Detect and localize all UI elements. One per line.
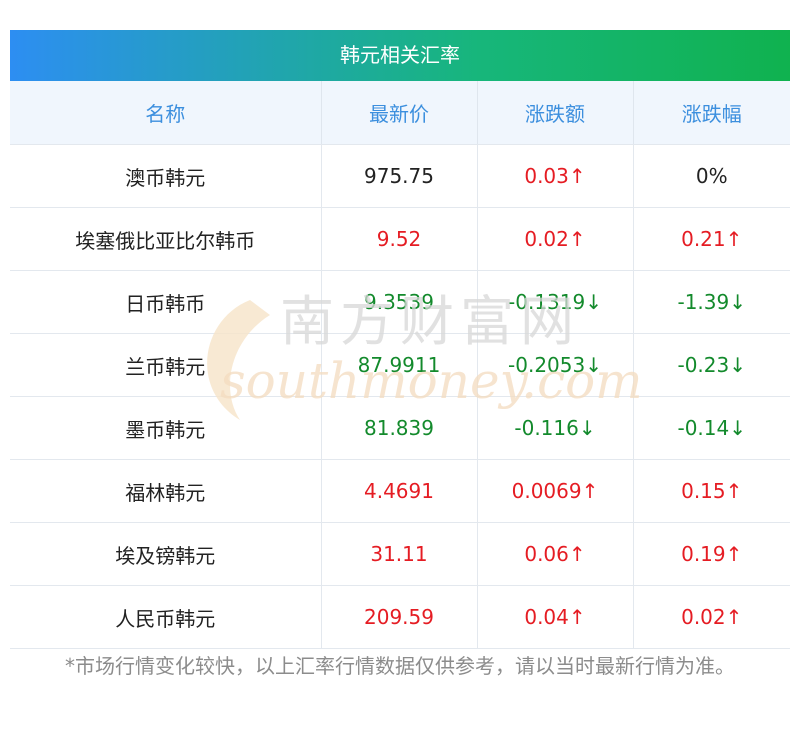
- row-change-pct: 0.21↑: [633, 207, 790, 271]
- table-row: 日币韩币 9.3539 -0.1319↓ -1.39↓: [10, 270, 790, 334]
- row-name: 日币韩币: [10, 270, 322, 334]
- table-row: 人民币韩元 209.59 0.04↑ 0.02↑: [10, 585, 790, 649]
- row-change: 0.06↑: [477, 522, 634, 586]
- row-change-pct: 0.15↑: [633, 459, 790, 523]
- table-row: 澳币韩元 975.75 0.03↑ 0%: [10, 144, 790, 208]
- row-change-pct: 0.19↑: [633, 522, 790, 586]
- table-row: 墨币韩元 81.839 -0.116↓ -0.14↓: [10, 396, 790, 460]
- row-name: 埃塞俄比亚比尔韩币: [10, 207, 322, 271]
- table-header-row: 名称 最新价 涨跌额 涨跌幅: [10, 81, 790, 145]
- row-price: 975.75: [321, 144, 478, 208]
- row-change-pct: -0.14↓: [633, 396, 790, 460]
- row-price: 81.839: [321, 396, 478, 460]
- row-name: 墨币韩元: [10, 396, 322, 460]
- row-price: 9.3539: [321, 270, 478, 334]
- header-name: 名称: [10, 81, 322, 145]
- row-name: 福林韩元: [10, 459, 322, 523]
- rates-panel: 韩元相关汇率 名称 最新价 涨跌额 涨跌幅 澳币韩元 975.75 0.03↑ 0% 埃…: [10, 30, 790, 649]
- row-price: 209.59: [321, 585, 478, 649]
- table-row: 兰币韩元 87.9911 -0.2053↓ -0.23↓: [10, 333, 790, 397]
- row-change: 0.04↑: [477, 585, 634, 649]
- row-price: 4.4691: [321, 459, 478, 523]
- disclaimer-note: *市场行情变化较快，以上汇率行情数据仅供参考，请以当时最新行情为准。: [65, 654, 735, 678]
- row-change: 0.03↑: [477, 144, 634, 208]
- row-price: 87.9911: [321, 333, 478, 397]
- row-change-pct: -0.23↓: [633, 333, 790, 397]
- table-row: 福林韩元 4.4691 0.0069↑ 0.15↑: [10, 459, 790, 523]
- row-name: 埃及镑韩元: [10, 522, 322, 586]
- row-name: 人民币韩元: [10, 585, 322, 649]
- rates-table: 名称 最新价 涨跌额 涨跌幅 澳币韩元 975.75 0.03↑ 0% 埃塞俄比亚比尔韩…: [10, 81, 790, 649]
- row-price: 31.11: [321, 522, 478, 586]
- row-change-pct: 0.02↑: [633, 585, 790, 649]
- panel-title: 韩元相关汇率: [10, 30, 790, 81]
- row-change: 0.02↑: [477, 207, 634, 271]
- row-name: 澳币韩元: [10, 144, 322, 208]
- row-change: -0.116↓: [477, 396, 634, 460]
- table-row: 埃塞俄比亚比尔韩币 9.52 0.02↑ 0.21↑: [10, 207, 790, 271]
- table-row: 埃及镑韩元 31.11 0.06↑ 0.19↑: [10, 522, 790, 586]
- row-change: -0.1319↓: [477, 270, 634, 334]
- header-change: 涨跌额: [477, 81, 634, 145]
- row-change: -0.2053↓: [477, 333, 634, 397]
- row-change: 0.0069↑: [477, 459, 634, 523]
- header-change-pct: 涨跌幅: [633, 81, 790, 145]
- row-change-pct: -1.39↓: [633, 270, 790, 334]
- row-name: 兰币韩元: [10, 333, 322, 397]
- header-price: 最新价: [321, 81, 478, 145]
- row-change-pct: 0%: [633, 144, 790, 208]
- row-price: 9.52: [321, 207, 478, 271]
